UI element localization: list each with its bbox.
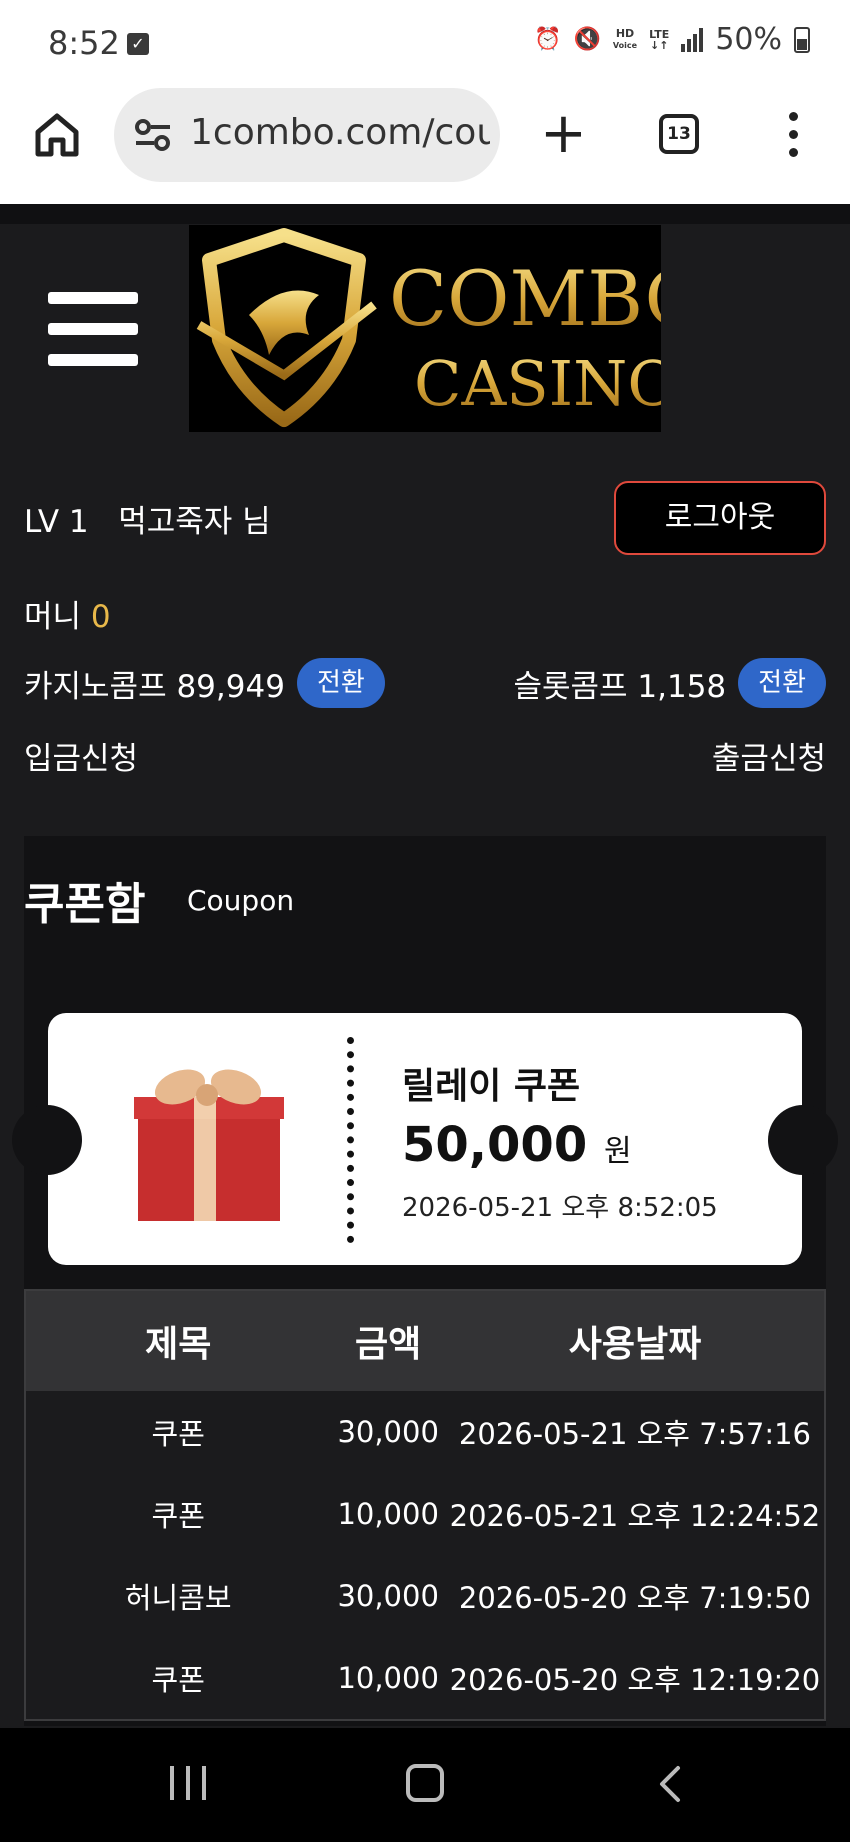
browser-toolbar: 1combo.com/coupon + 13 [0, 88, 850, 204]
header-title: 제목 [145, 1324, 212, 1365]
battery-icon [794, 26, 810, 53]
battery-percent: 50% [715, 22, 782, 57]
tab-switcher-button[interactable]: 13 [659, 114, 699, 154]
ticket-notch-right [768, 1105, 838, 1175]
cell-amount: 30,000 [337, 1415, 439, 1449]
cell-date: 2026-05-21 오후 12:24:52 [449, 1499, 821, 1533]
withdraw-request-link[interactable]: 출금신청 [712, 733, 826, 778]
slot-comp-label: 슬롯콤프 1,158 [513, 668, 727, 705]
recent-apps-icon[interactable] [170, 1766, 206, 1800]
home-icon[interactable] [32, 110, 82, 160]
cell-amount: 30,000 [337, 1579, 439, 1613]
cell-amount: 10,000 [337, 1497, 439, 1531]
notification-check-icon: ✓ [127, 33, 149, 55]
status-bar: 8:52 ✓ ⏰ 🔇 HD Voice LTE ↓↑ 50% [0, 0, 850, 88]
hd-label: HD [615, 27, 635, 40]
table-row: 허니콤보 30,000 2026-05-20 오후 7:19:50 [26, 1555, 824, 1637]
deposit-request-link[interactable]: 입금신청 [24, 733, 138, 778]
combo-casino-logo[interactable]: COMBO CASINO [189, 225, 661, 432]
status-icons: ⏰ 🔇 HD Voice LTE ↓↑ 50% [534, 22, 810, 57]
panel-subtitle: Coupon [187, 884, 295, 917]
money-value: 0 [90, 599, 111, 635]
ticket-name: 릴레이 쿠폰 [402, 1066, 581, 1107]
lte-label: LTE [649, 27, 670, 41]
new-tab-icon[interactable]: + [540, 106, 587, 162]
slot-comp-row: 슬롯콤프 1,158 전환 [513, 658, 826, 708]
casino-comp-convert-button[interactable]: 전환 [296, 658, 385, 708]
lte-icon: LTE ↓↑ [649, 27, 670, 52]
header-used-date: 사용날짜 [568, 1324, 702, 1365]
ticket-unit: 원 [603, 1134, 632, 1169]
ticket-amount: 50,000 [402, 1117, 588, 1173]
status-time: 8:52 [48, 24, 120, 62]
alarm-icon: ⏰ [534, 27, 562, 52]
cell-date: 2026-05-21 오후 7:57:16 [458, 1417, 812, 1451]
system-nav-bar [0, 1728, 850, 1842]
table-header: 제목 금액 사용날짜 [26, 1291, 824, 1391]
url-text[interactable]: 1combo.com/coupon [190, 112, 490, 153]
cell-title: 쿠폰 [151, 1499, 205, 1533]
logo-line2: CASINO [414, 347, 661, 420]
logo-line1: COMBO [389, 254, 661, 343]
ticket-date: 2026-05-21 오후 8:52:05 [402, 1193, 718, 1223]
mute-icon: 🔇 [573, 27, 601, 52]
money-row: 머니 0 [24, 591, 111, 636]
cell-amount: 10,000 [337, 1661, 439, 1695]
casino-comp-row: 카지노콤프 89,949 전환 [24, 658, 385, 708]
system-home-icon[interactable] [406, 1764, 444, 1802]
hamburger-menu-icon[interactable] [48, 292, 138, 366]
signal-icon [681, 27, 704, 52]
cell-title: 쿠폰 [151, 1663, 205, 1697]
cell-date: 2026-05-20 오후 7:19:50 [458, 1581, 812, 1615]
panel-title: 쿠폰함 [24, 879, 146, 930]
hd-voice-icon: HD Voice [613, 28, 637, 51]
coupon-history-table: 제목 금액 사용날짜 쿠폰 30,000 2026-05-21 오후 7:57:… [24, 1289, 826, 1721]
money-label: 머니 [24, 599, 82, 635]
browser-menu-icon[interactable] [786, 112, 800, 158]
table-row: 쿠폰 10,000 2026-05-21 오후 12:24:52 [26, 1473, 824, 1555]
page-top-strip [0, 204, 850, 224]
user-level-name: LV 1 먹고죽자 님 [24, 504, 271, 540]
logout-button[interactable]: 로그아웃 [614, 481, 826, 555]
coupon-panel: 쿠폰함 Coupon 릴레이 쿠폰 50,000 원 2026-05-21 오후… [12, 836, 838, 1726]
gift-box-icon [128, 1057, 288, 1227]
coupon-ticket[interactable]: 릴레이 쿠폰 50,000 원 2026-05-21 오후 8:52:05 [12, 1013, 838, 1265]
table-row: 쿠폰 30,000 2026-05-21 오후 7:57:16 [26, 1391, 824, 1473]
back-icon[interactable] [650, 1764, 690, 1804]
cell-title: 허니콤보 [124, 1581, 232, 1615]
address-bar[interactable]: 1combo.com/coupon [114, 88, 500, 182]
ticket-amount-row: 50,000 원 [402, 1117, 632, 1173]
cell-date: 2026-05-20 오후 12:19:20 [449, 1663, 821, 1697]
cell-title: 쿠폰 [151, 1417, 205, 1451]
ticket-divider [347, 1037, 355, 1243]
site-settings-icon[interactable] [134, 118, 172, 152]
casino-comp-label: 카지노콤프 89,949 [24, 668, 285, 705]
table-row: 쿠폰 10,000 2026-05-20 오후 12:19:20 [26, 1637, 824, 1719]
slot-comp-convert-button[interactable]: 전환 [738, 658, 826, 708]
ticket-notch-left [12, 1105, 82, 1175]
voice-label: Voice [612, 41, 638, 50]
header-amount: 금액 [355, 1324, 422, 1365]
